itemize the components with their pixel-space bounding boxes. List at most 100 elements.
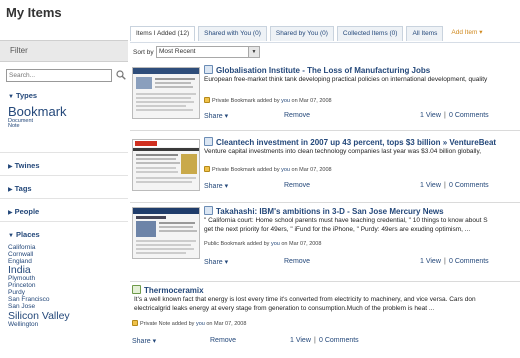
views-count: 1 View [420,112,441,119]
item-description-line-2: electricalgrid leaks energy at every sta… [134,305,435,312]
facet-label: People [14,207,40,216]
facet-tags-toggle[interactable]: ▶ Tags [8,182,122,195]
meta-prefix: Private Bookmark added by [212,167,280,173]
comments-link[interactable]: 0 Comments [319,337,359,344]
separator: | [314,337,316,344]
meta-user-link[interactable]: you [271,241,280,247]
item-meta: Private Bookmark added by you on Mar 07,… [204,97,332,104]
meta-user-link[interactable]: you [196,321,205,327]
separator: | [444,112,446,119]
item-description: Venture capital investments into clean t… [204,148,482,155]
comments-link[interactable]: 0 Comments [449,258,489,265]
sort-select[interactable]: Most Recent ▼ [156,46,260,58]
item-meta: Private Note added by you on Mar 07, 200… [132,320,246,327]
page-thumbnail[interactable] [132,139,200,191]
sort-value: Most Recent [159,48,196,55]
tab-bar: Items I Added (12) Shared with You (0) S… [130,26,490,41]
bookmark-icon [204,65,213,74]
sort-label: Sort by [133,49,154,56]
list-item: Globalisation Institute - The Loss of Ma… [130,63,520,131]
triangle-down-icon: ▼ [8,233,14,239]
page-thumbnail[interactable] [132,207,200,259]
tab-shared-with-you[interactable]: Shared with You (0) [198,26,267,41]
bookmark-icon [204,206,213,215]
comments-link[interactable]: 0 Comments [449,112,489,119]
facet-twines-toggle[interactable]: ▶ Twines [8,159,122,172]
facet-tags: ▶ Tags [0,176,128,199]
sort-bar: Sort by Most Recent ▼ [130,42,520,62]
item-description: " California court: Home school parents … [204,217,488,224]
meta-date: on Mar 07, 2008 [281,241,322,247]
share-button[interactable]: Share ▾ [132,337,156,345]
triangle-right-icon: ▶ [8,210,13,216]
facet-places-toggle[interactable]: ▼ Places [8,228,122,241]
meta-prefix: Public Bookmark added by [204,241,270,247]
place-tag[interactable]: Wellington [8,321,122,329]
place-tag[interactable]: Princeton [8,282,122,290]
meta-user-link[interactable]: you [281,98,290,104]
facet-types: ▼ Types Bookmark Document Note [0,85,128,153]
remove-button[interactable]: Remove [284,258,310,265]
note-icon [132,285,141,294]
tab-collected-items[interactable]: Collected Items (0) [336,26,404,41]
item-meta: Private Bookmark added by you on Mar 07,… [204,166,332,173]
meta-date: on Mar 07, 2008 [206,321,247,327]
facet-label: Tags [14,184,32,193]
tab-shared-by-you[interactable]: Shared by You (0) [269,26,334,41]
page-title: My Items [6,5,62,20]
facet-people: ▶ People [0,199,128,222]
bookmark-icon [204,137,213,146]
lock-icon [132,320,138,326]
item-actions: Share ▾ Remove 1 View | 0 Comments [204,112,520,122]
type-tag-note[interactable]: Note [8,124,122,130]
add-item-button[interactable]: Add Item ▾ [446,26,487,41]
remove-button[interactable]: Remove [210,337,236,344]
facet-people-toggle[interactable]: ▶ People [8,205,122,218]
comments-link[interactable]: 0 Comments [449,182,489,189]
tab-items-i-added[interactable]: Items I Added (12) [130,26,196,41]
item-title-link[interactable]: Cleantech investment in 2007 up 43 perce… [204,137,496,147]
item-title-link[interactable]: Takahashi: IBM's ambitions in 3-D - San … [204,206,444,216]
thumbnail-image [133,208,199,254]
search-icon[interactable] [116,70,126,80]
tab-all-items[interactable]: All Items [406,26,444,41]
type-tag-bookmark[interactable]: Bookmark [8,105,122,119]
meta-date: on Mar 07, 2008 [291,167,332,173]
thumbnail-image [133,68,199,111]
facet-label: Types [15,91,38,100]
page-header: My Items [0,0,520,24]
item-description: It's a well known fact that energy is lo… [134,296,476,303]
search-input[interactable] [6,69,112,82]
list-item: Cleantech investment in 2007 up 43 perce… [130,135,520,203]
search-row [0,67,128,85]
meta-date: on Mar 07, 2008 [291,98,332,104]
item-title: Takahashi: IBM's ambitions in 3-D - San … [216,207,444,216]
item-title-link[interactable]: Thermoceramix [132,285,204,295]
item-meta: Public Bookmark added by you on Mar 07, … [204,241,321,247]
triangle-down-icon: ▼ [8,94,14,100]
item-title: Cleantech investment in 2007 up 43 perce… [216,138,497,147]
facet-places: ▼ Places California Cornwall England Indi… [0,222,128,331]
item-title: Thermoceramix [144,286,204,295]
facet-label: Places [15,230,40,239]
place-tag[interactable]: Silicon Valley [8,310,122,322]
facet-types-toggle[interactable]: ▼ Types [8,89,122,102]
meta-prefix: Private Note added by [140,321,195,327]
triangle-right-icon: ▶ [8,187,13,193]
item-title-link[interactable]: Globalisation Institute - The Loss of Ma… [204,65,430,75]
share-button[interactable]: Share ▾ [204,182,228,190]
page-thumbnail[interactable] [132,67,200,119]
views-count: 1 View [420,258,441,265]
meta-prefix: Private Bookmark added by [212,98,280,104]
share-button[interactable]: Share ▾ [204,112,228,120]
item-title: Globalisation Institute - The Loss of Ma… [216,66,431,75]
thumbnail-image [133,140,199,183]
remove-button[interactable]: Remove [284,182,310,189]
chevron-down-icon: ▼ [248,47,259,57]
remove-button[interactable]: Remove [284,112,310,119]
meta-user-link[interactable]: you [281,167,290,173]
triangle-right-icon: ▶ [8,164,13,170]
facet-label: Twines [14,161,40,170]
list-item: Thermoceramix It's a well known fact tha… [130,283,520,358]
share-button[interactable]: Share ▾ [204,258,228,266]
